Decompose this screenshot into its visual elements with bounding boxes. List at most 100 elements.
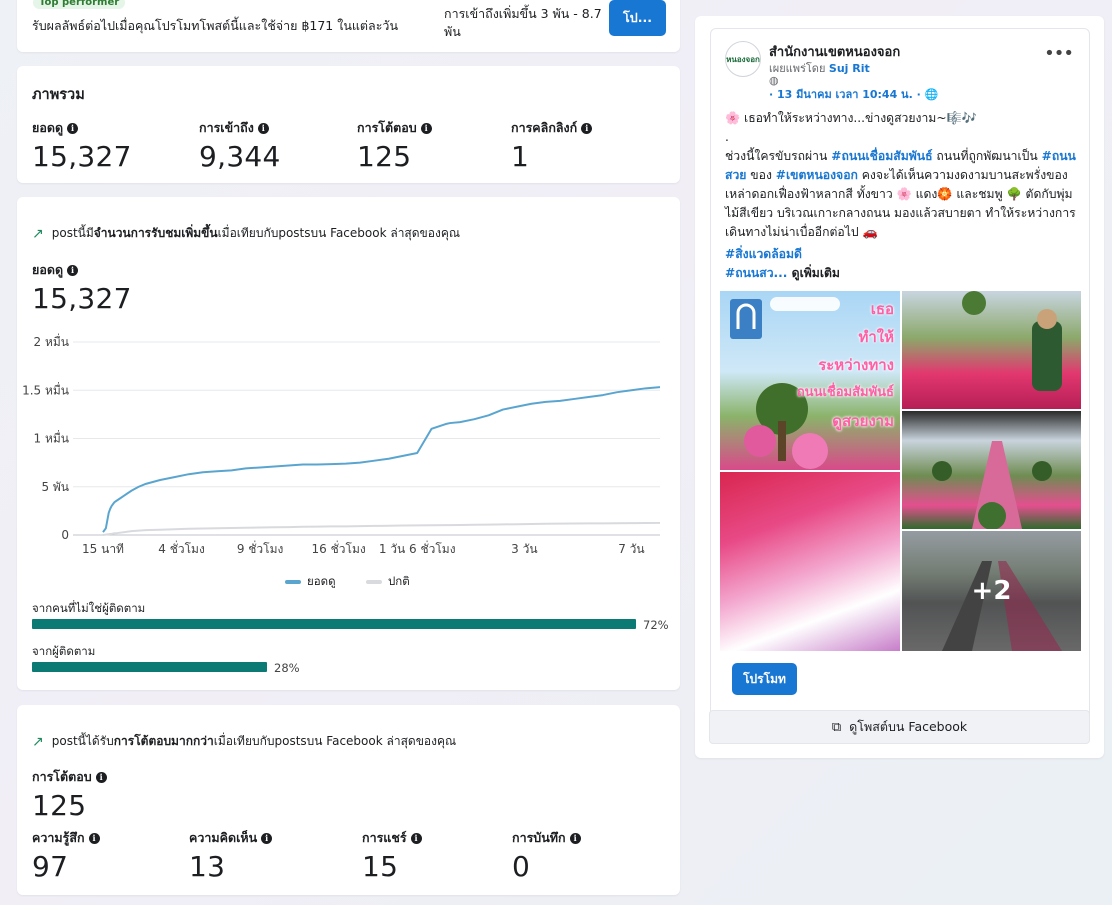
more-options-icon[interactable]: ••• (1044, 43, 1074, 64)
breakdown-bar-fill (32, 619, 636, 629)
info-icon[interactable]: i (261, 832, 273, 844)
metric-reactions: ความรู้สึก i 97 (32, 828, 100, 883)
x-tick-label: 15 นาที (82, 542, 124, 556)
y-tick-label: 1 หมื่น (34, 430, 69, 446)
metric-value: 15,327 (32, 282, 132, 315)
flower-bed-graphic (962, 291, 1062, 391)
hashtag-link[interactable]: #เขตหนองจอก (776, 168, 858, 182)
views-series-line (102, 386, 661, 533)
views-insight: ↗ postนี้มีจำนวนการรับชมเพิ่มขึ้นเมื่อเท… (32, 224, 460, 243)
info-icon[interactable]: i (95, 771, 107, 783)
info-icon[interactable]: i (581, 122, 593, 134)
metric-label: ความรู้สึก (32, 830, 85, 845)
poster-line: เธอ (870, 300, 894, 318)
info-icon[interactable]: i (569, 832, 581, 844)
see-more-link[interactable]: ดูเพิ่มเติม (787, 266, 840, 280)
insight-text-pre: postนี้ได้รับ (51, 734, 114, 748)
view-on-facebook-label: ดูโพสต์บน Facebook (849, 719, 968, 734)
metric-comments: ความคิดเห็น i 13 (189, 828, 273, 883)
poster-line: ระหว่างทาง (818, 356, 894, 374)
post-text: 🌸 เธอทำให้ระหว่างทาง...ข่างดูสวยงาม~🎼🎶 .… (725, 109, 1080, 283)
metric-value: 1 (511, 140, 530, 173)
insight-text-bold: จำนวนการรับชมเพิ่มขึ้น (93, 226, 218, 240)
legend-label-normal: ปกติ (388, 574, 410, 588)
hashtag-link[interactable]: #ถนนเชื่อมสัมพันธ์ (831, 149, 932, 163)
insight-text-post: เมื่อเทียบกับpostsบน Facebook ล่าสุดของค… (217, 226, 460, 240)
post-line: 🌸 เธอทำให้ระหว่างทาง...ข่างดูสวยงาม~🎼🎶 (725, 111, 977, 125)
x-tick-label: 7 วัน (618, 542, 644, 556)
post-image-3[interactable] (902, 411, 1081, 529)
y-tick-label: 0 (61, 528, 69, 542)
post-image-5[interactable]: +2 (902, 531, 1081, 651)
normal-series-line (102, 521, 661, 536)
text-span: ช่วงนี้ใครขับรถผ่าน (725, 149, 832, 163)
x-tick-label: 1 วัน 6 ชั่วโมง (379, 540, 456, 556)
poster-line: ทำให้ (858, 328, 894, 346)
poster-line: ถนนเชื่อมสัมพันธ์ (796, 385, 894, 400)
y-tick-label: 5 พัน (41, 480, 69, 494)
legend-swatch-views (285, 580, 301, 584)
metric-link-clicks: การคลิกลิงก์ i 1 (511, 118, 593, 173)
metric-label: ยอดดู (32, 120, 64, 135)
trending-up-icon: ↗ (32, 225, 44, 242)
promote-button-top[interactable]: โป... (609, 0, 666, 36)
post-paragraph: ช่วงนี้ใครขับรถผ่าน #ถนนเชื่อมสัมพันธ์ ถ… (725, 147, 1080, 242)
promotion-text: รับผลลัพธ์ต่อไปเมื่อคุณโปรโมทโพสต์นี้และ… (32, 18, 398, 33)
trending-up-icon: ↗ (32, 733, 44, 750)
metric-label: การโต้ตอบ (32, 769, 92, 784)
metric-value: 9,344 (199, 140, 281, 173)
overview-title: ภาพรวม (32, 87, 85, 103)
metric-label: การแชร์ (362, 830, 407, 845)
breakdown-percent-nonfollowers: 72% (643, 618, 669, 632)
info-icon[interactable]: i (420, 122, 432, 134)
hashtag-link[interactable]: #ถนนสว... (725, 266, 787, 280)
metric-value: 15,327 (32, 140, 132, 173)
avatar-text: หนองจอก (726, 54, 760, 64)
metric-value: 97 (32, 850, 69, 883)
metric-value: 15 (362, 850, 399, 883)
info-icon[interactable]: i (257, 122, 269, 134)
metric-engagement: การโต้ตอบ i 125 (357, 118, 432, 173)
metric-label: ความคิดเห็น (189, 830, 258, 845)
legend-normal: ปกติ (366, 573, 410, 591)
insight-text-post: เมื่อเทียบกับpostsบน Facebook ล่าสุดของค… (213, 734, 457, 748)
info-icon[interactable]: i (67, 122, 79, 134)
page-avatar[interactable]: หนองจอก (725, 41, 761, 77)
y-tick-label: 1.5 หมื่น (22, 381, 69, 397)
more-images-count[interactable]: +2 (902, 531, 1081, 651)
metric-views-chart: ยอดดู i 15,327 (32, 260, 132, 315)
post-image-grid[interactable]: เธอ ทำให้ ระหว่างทาง ถนนเชื่อมสัมพันธ์ ด… (720, 291, 1081, 651)
timestamp-text: · 13 มีนาคม เวลา 10:44 น. · (769, 88, 921, 101)
breakdown-label-nonfollowers: จากคนที่ไม่ใช่ผู้ติดตาม (32, 601, 146, 615)
info-icon[interactable]: i (67, 264, 79, 276)
breakdown-bar-fill (32, 662, 267, 672)
metric-saves: การบันทึก i 0 (512, 828, 581, 883)
promote-button[interactable]: โปรโมท (732, 663, 797, 695)
view-on-facebook-button[interactable]: ⧉ ดูโพสต์บน Facebook (709, 710, 1090, 744)
road-graphic (932, 441, 1052, 529)
text-span: ของ (746, 168, 776, 182)
metric-value: 125 (357, 140, 412, 173)
metric-views: ยอดดู i 15,327 (32, 118, 132, 173)
legend-label-views: ยอดดู (307, 574, 336, 588)
x-tick-label: 4 ชั่วโมง (158, 540, 205, 556)
hashtag-link[interactable]: #สิ่งแวดล้อมดี (725, 245, 1080, 264)
metric-value: 13 (189, 850, 226, 883)
post-timestamp[interactable]: · 13 มีนาคม เวลา 10:44 น. · 🌐 (769, 85, 938, 103)
poster-line: ดูสวยงาม (832, 412, 894, 430)
post-image-4[interactable] (720, 472, 900, 651)
reactions-card: ↗ postนี้ได้รับการโต้ตอบมากกว่าเมื่อเทีย… (17, 705, 680, 895)
metric-label: ยอดดู (32, 262, 64, 277)
metric-label: การเข้าถึง (199, 120, 254, 135)
post-image-2[interactable] (902, 291, 1081, 409)
post-image-1[interactable]: เธอ ทำให้ ระหว่างทาง ถนนเชื่อมสัมพันธ์ ด… (720, 291, 900, 470)
info-icon[interactable]: i (88, 832, 100, 844)
info-icon[interactable]: i (410, 832, 422, 844)
breakdown-label-followers: จากผู้ติดตาม (32, 644, 96, 658)
top-performer-badge: Top performer (33, 0, 126, 9)
published-by: เผยแพร่โดย Suj Rit (769, 59, 870, 77)
insight-text-bold: การโต้ตอบมากกว่า (113, 734, 214, 748)
breakdown-bar-nonfollowers (32, 619, 636, 629)
views-chart-card: ↗ postนี้มีจำนวนการรับชมเพิ่มขึ้นเมื่อเท… (17, 197, 680, 690)
publisher-name[interactable]: Suj Rit (829, 62, 870, 75)
